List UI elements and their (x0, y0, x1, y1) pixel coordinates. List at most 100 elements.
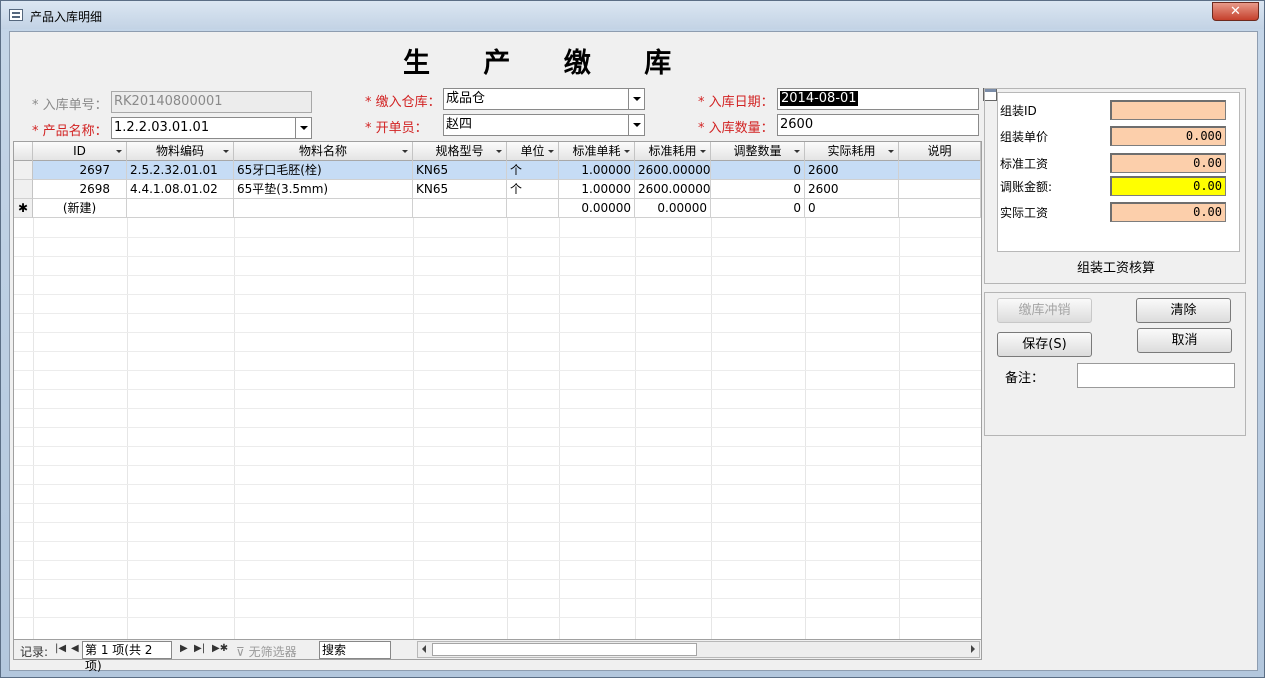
adjust-amount-label: 调账金额: (1000, 180, 1053, 194)
sort-arrow-icon[interactable] (116, 150, 122, 153)
materials-grid[interactable]: ID 物料编码 物料名称 规格型号 单位 标准单耗 标准耗用 调整数量 实际耗用… (13, 141, 982, 640)
column-header-unit[interactable]: 单位 (507, 142, 559, 161)
cell-note[interactable] (899, 161, 981, 180)
warehouse-combo[interactable]: 成品仓 (443, 88, 645, 110)
window-title: 产品入库明细 (30, 10, 103, 24)
memo-label: 备注： (1005, 371, 1045, 386)
chevron-down-icon[interactable] (628, 89, 644, 109)
cell-note[interactable] (899, 180, 981, 199)
new-record-nav-icon[interactable]: ▶✱ (212, 643, 228, 654)
assembly-unit-price-label: 组装单价 (1000, 130, 1049, 144)
cell-id[interactable]: 2698 (33, 180, 127, 199)
cell-adjust[interactable]: 0 (711, 180, 805, 199)
reverse-receipt-button[interactable]: 缴库冲销 (997, 298, 1092, 323)
cell-spec[interactable]: KN65 (413, 180, 507, 199)
actual-wage-field[interactable]: 0.00 (1110, 202, 1226, 222)
sort-arrow-icon[interactable] (402, 150, 408, 153)
cell-name[interactable]: 65平垫(3.5mm) (234, 180, 413, 199)
scroll-left-icon[interactable] (422, 645, 426, 653)
assembly-wage-box: 组装ID 组装单价 0.000 标准工资 0.00 调账金额: 0.00 实际工… (997, 92, 1240, 252)
adjust-amount-field[interactable]: 0.00 (1110, 176, 1226, 196)
cell-std-unit[interactable]: 1.00000 (559, 161, 635, 180)
record-position-field[interactable]: 第 1 项(共 2 项) (82, 641, 172, 673)
sort-arrow-icon[interactable] (496, 150, 502, 153)
sort-arrow-icon[interactable] (624, 150, 630, 153)
cell-std-use[interactable]: 0.00000 (635, 199, 711, 218)
form-body: 生 产 缴 库 * 入库单号： RK20140800001 * 产品名称： 1.… (9, 31, 1258, 673)
cell-spec[interactable]: KN65 (413, 161, 507, 180)
cell-std-use[interactable]: 2600.00000 (635, 161, 711, 180)
product-name-value: 1.2.2.03.01.01 (114, 120, 210, 135)
column-header-spec[interactable]: 规格型号 (413, 142, 507, 161)
cell-actual[interactable]: 2600 (805, 161, 899, 180)
column-header-actual[interactable]: 实际耗用 (805, 142, 899, 161)
issuer-combo[interactable]: 赵四 (443, 114, 645, 136)
title-bar[interactable]: 产品入库明细 ✕ (1, 1, 1264, 29)
prev-record-icon[interactable]: ◀ (71, 643, 79, 654)
date-field[interactable]: 2014-08-01 (777, 88, 979, 110)
cell-std-use[interactable]: 2600.00000 (635, 180, 711, 199)
last-record-icon[interactable]: ▶| (194, 643, 205, 654)
record-label: 记录: (20, 645, 49, 659)
sort-arrow-icon[interactable] (794, 150, 800, 153)
sort-arrow-icon[interactable] (223, 150, 229, 153)
save-button[interactable]: 保存(S) (997, 332, 1092, 357)
quantity-field[interactable]: 2600 (777, 114, 979, 136)
cell-unit[interactable]: 个 (507, 180, 559, 199)
sort-arrow-icon[interactable] (700, 150, 706, 153)
cell-id[interactable]: 2697 (33, 161, 127, 180)
new-record-icon[interactable]: ✱ (14, 199, 33, 218)
cell-std-unit[interactable]: 1.00000 (559, 180, 635, 199)
cell-note[interactable] (899, 199, 981, 218)
cell-spec[interactable] (413, 199, 507, 218)
horizontal-scrollbar[interactable] (417, 641, 980, 658)
column-header-note[interactable]: 说明 (899, 142, 981, 161)
table-row[interactable]: 2697 2.5.2.32.01.01 65牙口毛胚(栓) KN65 个 1.0… (14, 161, 981, 180)
table-row[interactable]: 2698 4.4.1.08.01.02 65平垫(3.5mm) KN65 个 1… (14, 180, 981, 199)
cell-unit[interactable] (507, 199, 559, 218)
cell-actual[interactable]: 0 (805, 199, 899, 218)
cell-code[interactable]: 2.5.2.32.01.01 (127, 161, 234, 180)
row-selector[interactable] (14, 161, 33, 180)
search-input[interactable]: 搜索 (319, 641, 391, 659)
memo-field[interactable] (1077, 363, 1235, 388)
no-filter-button[interactable]: ⊽ 无筛选器 (236, 643, 297, 660)
column-header-std-use[interactable]: 标准耗用 (635, 142, 711, 161)
cell-id[interactable]: (新建) (33, 199, 127, 218)
select-all-corner[interactable] (14, 142, 33, 161)
row-selector[interactable] (14, 180, 33, 199)
cell-adjust[interactable]: 0 (711, 161, 805, 180)
assembly-id-field[interactable] (1110, 100, 1226, 120)
column-header-std-unit[interactable]: 标准单耗 (559, 142, 635, 161)
cell-code[interactable]: 4.4.1.08.01.02 (127, 180, 234, 199)
new-record-row[interactable]: ✱ (新建) 0.00000 0.00000 0 0 (14, 199, 981, 218)
chevron-down-icon[interactable] (295, 118, 311, 138)
assembly-unit-price-field[interactable]: 0.000 (1110, 126, 1226, 146)
cell-code[interactable] (127, 199, 234, 218)
scrollbar-thumb[interactable] (432, 643, 697, 656)
first-record-icon[interactable]: |◀ (55, 643, 66, 654)
column-header-id[interactable]: ID (33, 142, 127, 161)
cancel-button[interactable]: 取消 (1137, 328, 1232, 353)
filter-icon: ⊽ (236, 645, 245, 659)
quantity-label: * 入库数量： (698, 121, 774, 136)
scroll-right-icon[interactable] (971, 645, 975, 653)
column-header-name[interactable]: 物料名称 (234, 142, 413, 161)
clear-button[interactable]: 清除 (1136, 298, 1231, 323)
cell-name[interactable] (234, 199, 413, 218)
cell-std-unit[interactable]: 0.00000 (559, 199, 635, 218)
column-header-adjust[interactable]: 调整数量 (711, 142, 805, 161)
sort-arrow-icon[interactable] (548, 150, 554, 153)
cell-unit[interactable]: 个 (507, 161, 559, 180)
chevron-down-icon[interactable] (628, 115, 644, 135)
sort-arrow-icon[interactable] (888, 150, 894, 153)
cell-adjust[interactable]: 0 (711, 199, 805, 218)
product-name-combo[interactable]: 1.2.2.03.01.01 (111, 117, 312, 139)
close-button[interactable]: ✕ (1212, 2, 1259, 21)
column-header-code[interactable]: 物料编码 (127, 142, 234, 161)
assembly-wage-panel: 组装ID 组装单价 0.000 标准工资 0.00 调账金额: 0.00 实际工… (984, 88, 1246, 284)
next-record-icon[interactable]: ▶ (180, 643, 188, 654)
standard-wage-field[interactable]: 0.00 (1110, 153, 1226, 173)
cell-name[interactable]: 65牙口毛胚(栓) (234, 161, 413, 180)
cell-actual[interactable]: 2600 (805, 180, 899, 199)
